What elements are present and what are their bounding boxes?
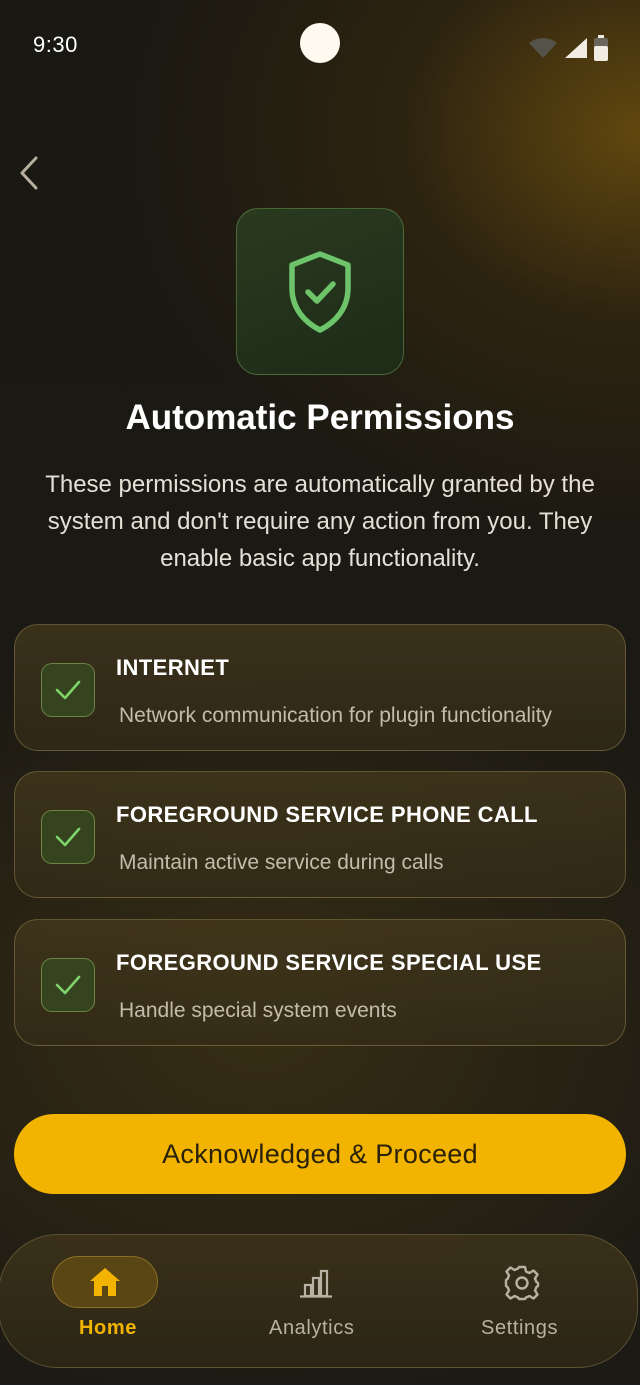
permission-description: Maintain active service during calls	[119, 851, 444, 874]
page-title: Automatic Permissions	[125, 398, 515, 437]
permission-name: FOREGROUND SERVICE SPECIAL USE	[116, 950, 542, 975]
permission-checkbox	[41, 810, 95, 864]
permission-checkbox	[41, 663, 95, 717]
checkmark-icon	[55, 975, 81, 995]
permissions-screen: 9:30 Automatic Permissions These permiss…	[0, 0, 640, 1385]
battery-icon	[594, 35, 608, 61]
signal-icon	[565, 38, 587, 58]
permission-name: INTERNET	[116, 655, 230, 680]
nav-label-home: Home	[79, 1317, 137, 1339]
status-time: 9:30	[33, 32, 78, 57]
permission-card-special-use: FOREGROUND SERVICE SPECIAL USE Handle sp…	[14, 919, 626, 1046]
nav-icon-analytics	[296, 1263, 336, 1303]
bottom-nav: Home Analytics Settings	[0, 1234, 638, 1368]
nav-item-settings[interactable]: Settings	[419, 1235, 619, 1369]
checkmark-icon	[55, 680, 81, 700]
camera-cutout	[300, 23, 340, 63]
checkmark-icon	[55, 827, 81, 847]
acknowledge-proceed-button[interactable]: Acknowledged & Proceed	[14, 1114, 626, 1194]
permission-description: Handle special system events	[119, 999, 397, 1022]
status-icons	[528, 34, 608, 62]
nav-item-analytics[interactable]: Analytics	[209, 1235, 409, 1369]
hero-icon-tile	[236, 208, 404, 375]
nav-active-indicator	[52, 1256, 158, 1308]
nav-item-home[interactable]: Home	[0, 1235, 199, 1369]
permission-description: Network communication for plugin functio…	[119, 704, 553, 727]
shield-check-icon	[289, 250, 351, 333]
home-icon	[90, 1268, 120, 1296]
wifi-icon	[529, 38, 557, 58]
bar-chart-icon	[300, 1269, 332, 1298]
permission-name: FOREGROUND SERVICE PHONE CALL	[116, 802, 538, 827]
permission-card-phone-call: FOREGROUND SERVICE PHONE CALL Maintain a…	[14, 771, 626, 898]
chevron-left-icon	[20, 156, 38, 190]
nav-label-analytics: Analytics	[269, 1317, 355, 1339]
permission-checkbox	[41, 958, 95, 1012]
page-description: These permissions are automatically gran…	[45, 471, 595, 572]
gear-icon	[504, 1265, 540, 1301]
nav-icon-settings	[502, 1263, 542, 1303]
nav-label-settings: Settings	[481, 1317, 559, 1339]
back-button[interactable]	[14, 154, 44, 192]
permission-card-internet: INTERNET Network communication for plugi…	[14, 624, 626, 751]
